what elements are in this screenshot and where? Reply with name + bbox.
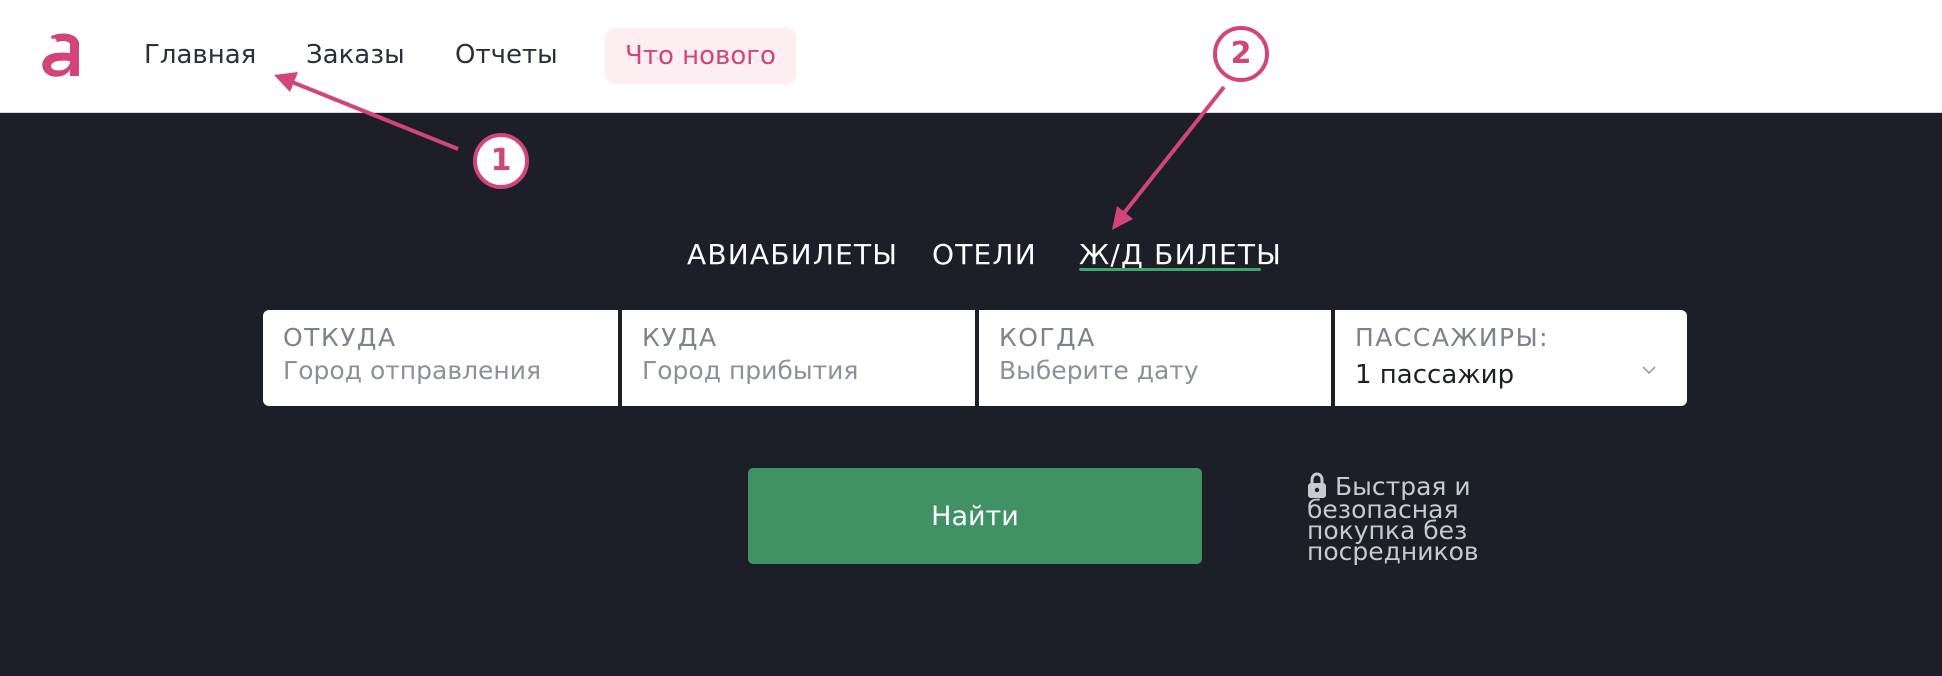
from-input[interactable]: Город отправления bbox=[283, 354, 598, 388]
active-tab-indicator bbox=[1079, 268, 1261, 271]
to-input[interactable]: Город прибытия bbox=[642, 354, 955, 388]
to-field[interactable]: КУДА Город прибытия bbox=[622, 310, 975, 406]
annotation-badge-2: 2 bbox=[1213, 26, 1269, 82]
nav-whats-new[interactable]: Что нового bbox=[605, 28, 796, 84]
date-label: КОГДА bbox=[999, 323, 1096, 352]
passengers-value[interactable]: 1 пассажир bbox=[1355, 358, 1667, 392]
to-label: КУДА bbox=[642, 323, 718, 352]
passengers-label: ПАССАЖИРЫ: bbox=[1355, 323, 1550, 352]
brand-logo-icon[interactable] bbox=[37, 30, 89, 82]
search-button[interactable]: Найти bbox=[748, 468, 1202, 564]
annotation-arrowhead-2 bbox=[1112, 206, 1133, 230]
from-label: ОТКУДА bbox=[283, 323, 397, 352]
passengers-select[interactable]: ПАССАЖИРЫ: 1 пассажир bbox=[1335, 310, 1687, 406]
chevron-down-icon[interactable] bbox=[1641, 362, 1657, 378]
top-header: Главная Заказы Отчеты Что нового bbox=[0, 0, 1942, 113]
from-field[interactable]: ОТКУДА Город отправления bbox=[263, 310, 618, 406]
nav-reports[interactable]: Отчеты bbox=[455, 38, 558, 72]
nav-orders[interactable]: Заказы bbox=[306, 38, 405, 72]
date-input[interactable]: Выберите дату bbox=[999, 354, 1311, 388]
secure-note-text: Быстрая и безопасная покупка без посредн… bbox=[1307, 472, 1479, 566]
annotation-badge-1: 1 bbox=[473, 133, 529, 189]
tab-hotels[interactable]: ОТЕЛИ bbox=[932, 236, 1037, 274]
date-field[interactable]: КОГДА Выберите дату bbox=[979, 310, 1331, 406]
nav-home[interactable]: Главная bbox=[144, 38, 256, 72]
tab-flights[interactable]: АВИАБИЛЕТЫ bbox=[687, 236, 898, 274]
secure-purchase-note: Быстрая и безопасная покупка без посредн… bbox=[1307, 472, 1537, 564]
